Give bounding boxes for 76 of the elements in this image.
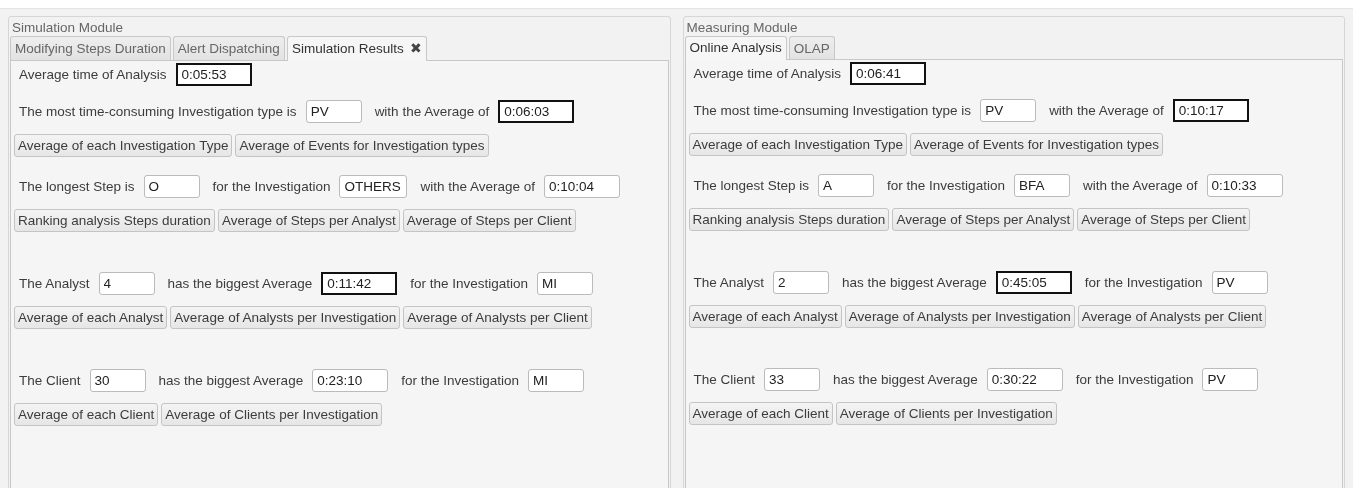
chart-button[interactable]: Average of Steps per Client: [402, 209, 576, 232]
module-title: Measuring Module: [686, 20, 798, 35]
field-label: The Client: [19, 373, 81, 388]
field-label: The Client: [693, 372, 756, 387]
input-field[interactable]: 2: [773, 271, 830, 294]
chart-button[interactable]: Average of each Investigation Type: [14, 134, 233, 157]
field-label: The Analyst: [19, 276, 90, 291]
field-label: with the Average of: [374, 104, 490, 119]
field-label: with the Average of: [1082, 178, 1198, 193]
field-label: for the Investigation: [410, 276, 528, 291]
chart-button[interactable]: Average of Analysts per Client: [403, 306, 592, 329]
input-field[interactable]: 0:10:33: [1206, 174, 1283, 197]
tab[interactable]: Modifying Steps Duration: [10, 36, 171, 60]
field-label: with the Average of: [420, 179, 535, 194]
input-field[interactable]: 0:23:10: [312, 369, 389, 392]
field-label: for the Investigation: [212, 179, 331, 194]
input-field[interactable]: 0:10:04: [544, 175, 620, 198]
field-label: for the Investigation: [1084, 275, 1203, 290]
input-field[interactable]: PV: [305, 100, 362, 123]
chart-button[interactable]: Ranking analysis Steps duration: [688, 208, 890, 231]
chart-button[interactable]: Average of each Analyst: [14, 306, 168, 329]
field-label: with the Average of: [1049, 103, 1164, 118]
chart-button[interactable]: Ranking analysis Steps duration: [14, 209, 215, 232]
field-label: has the biggest Average: [842, 275, 987, 290]
tab[interactable]: OLAP: [788, 36, 835, 59]
input-field[interactable]: PV: [1202, 368, 1259, 391]
input-field[interactable]: 0:05:53: [175, 63, 252, 86]
field-label: has the biggest Average: [167, 276, 313, 291]
chart-button[interactable]: Average of Analysts per Investigation: [844, 305, 1075, 328]
chart-button[interactable]: Average of Analysts per Investigation: [170, 306, 401, 329]
field-label: for the Investigation: [887, 178, 1005, 193]
field-label: Average time of Analysis: [693, 66, 842, 81]
chart-button[interactable]: Average of Steps per Client: [1077, 208, 1251, 231]
field-label: has the biggest Average: [158, 373, 304, 388]
input-field[interactable]: 0:10:17: [1172, 99, 1249, 122]
chart-button[interactable]: Average of Events for Investigation types: [909, 133, 1164, 156]
chart-button[interactable]: Average of Clients per Investigation: [161, 403, 383, 426]
input-field[interactable]: 4: [98, 272, 155, 295]
input-field[interactable]: 0:30:22: [986, 368, 1063, 391]
input-field[interactable]: 0:06:03: [498, 100, 575, 123]
chart-button[interactable]: Average of Steps per Analyst: [892, 208, 1075, 231]
chart-button[interactable]: Average of each Client: [14, 403, 159, 426]
input-field[interactable]: A: [818, 174, 875, 197]
field-label: The most time-consuming Investigation type is: [19, 104, 297, 119]
field-label: The Analyst: [693, 275, 765, 290]
field-label: The longest Step is: [693, 178, 810, 193]
module-title: Simulation Module: [12, 20, 124, 35]
field-label: for the Investigation: [1075, 372, 1194, 387]
field-label: Average time of Analysis: [19, 67, 167, 82]
field-label: The longest Step is: [19, 179, 135, 194]
tab[interactable]: Online Analysis: [684, 36, 787, 60]
tab[interactable]: Simulation Results ✖: [286, 36, 427, 61]
input-field[interactable]: OTHERS: [339, 175, 408, 198]
input-field[interactable]: 0:45:05: [995, 271, 1072, 294]
input-field[interactable]: O: [143, 175, 200, 198]
input-field[interactable]: 33: [764, 368, 821, 391]
chart-button[interactable]: Average of each Investigation Type: [688, 133, 907, 156]
input-field[interactable]: 0:06:41: [850, 62, 927, 85]
field-label: has the biggest Average: [833, 372, 978, 387]
input-field[interactable]: 0:11:42: [321, 272, 398, 295]
chart-button[interactable]: Average of each Client: [688, 402, 833, 425]
tab[interactable]: Alert Dispatching: [172, 36, 285, 60]
input-field[interactable]: MI: [537, 272, 593, 295]
chart-button[interactable]: Average of each Analyst: [688, 305, 842, 328]
input-field[interactable]: PV: [1211, 271, 1268, 294]
input-field[interactable]: 30: [89, 369, 146, 392]
field-label: The most time-consuming Investigation type is: [693, 103, 972, 118]
chart-button[interactable]: Average of Steps per Analyst: [217, 209, 400, 232]
field-label: for the Investigation: [401, 373, 519, 388]
input-field[interactable]: BFA: [1013, 174, 1070, 197]
close-icon[interactable]: ✖: [409, 40, 422, 56]
chart-button[interactable]: Average of Events for Investigation types: [235, 134, 489, 157]
input-field[interactable]: PV: [980, 99, 1037, 122]
chart-button[interactable]: Average of Clients per Investigation: [835, 402, 1057, 425]
input-field[interactable]: MI: [528, 369, 584, 392]
chart-button[interactable]: Average of Analysts per Client: [1077, 305, 1267, 328]
